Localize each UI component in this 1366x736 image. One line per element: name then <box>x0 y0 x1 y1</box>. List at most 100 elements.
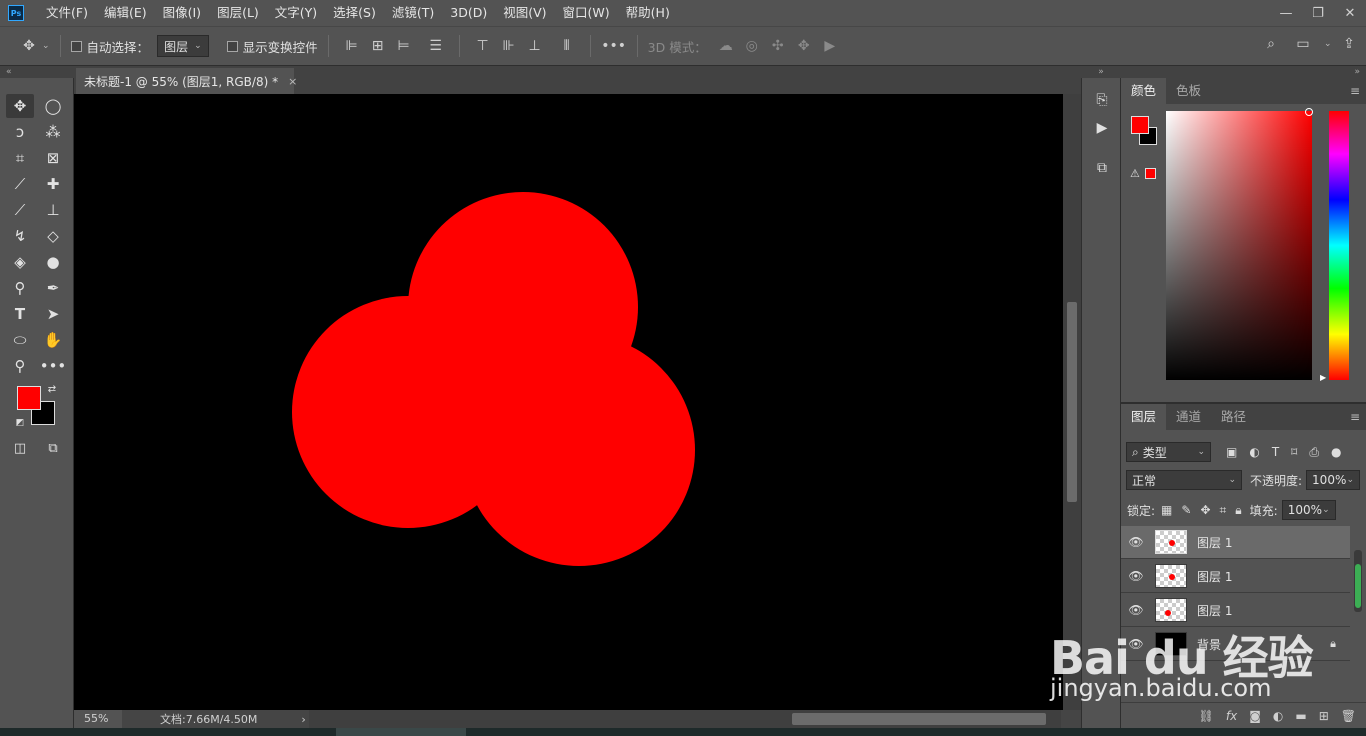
align-left-icon[interactable]: ⊫ <box>339 38 365 54</box>
magic-wand-icon[interactable]: ⁂ <box>39 120 67 144</box>
workspace-chevron-icon[interactable]: ⌄ <box>1324 39 1332 49</box>
lasso-icon[interactable]: ↄ <box>6 120 34 144</box>
hand-icon[interactable]: ✋ <box>39 328 67 352</box>
pen-icon[interactable]: ✒ <box>39 276 67 300</box>
vertical-scroll-thumb[interactable] <box>1067 302 1077 502</box>
crop-icon[interactable]: ⌗ <box>6 146 34 170</box>
align-center-h-icon[interactable]: ⊞ <box>365 38 391 54</box>
filter-toggle-icon[interactable]: ● <box>1331 445 1341 459</box>
minimize-button[interactable]: — <box>1270 0 1302 26</box>
close-button[interactable]: ✕ <box>1334 0 1366 26</box>
lock-pixels-icon[interactable]: ✎ <box>1181 503 1191 517</box>
layer-name[interactable]: 图层 1 <box>1197 602 1232 619</box>
gamut-color-chip[interactable] <box>1145 168 1156 179</box>
tab-paths[interactable]: 路径 <box>1211 404 1256 430</box>
actions-panel-icon[interactable]: ▶ <box>1092 118 1112 138</box>
align-top-icon[interactable]: ⊤ <box>470 38 496 54</box>
move-tool-icon[interactable]: ✥ <box>6 94 34 118</box>
layer-row[interactable]: 👁︎ 图层 1 <box>1121 560 1350 593</box>
canvas-horizontal-scrollbar[interactable] <box>309 710 1061 728</box>
path-selection-icon[interactable]: ➤ <box>39 302 67 326</box>
mini-dock-collapse-button[interactable]: » <box>1081 66 1121 78</box>
tab-channels[interactable]: 通道 <box>1166 404 1211 430</box>
brush-icon[interactable]: ⟋ <box>6 198 34 222</box>
preset-chevron-icon[interactable]: ⌄ <box>42 41 50 51</box>
history-brush-icon[interactable]: ↯ <box>6 224 34 248</box>
fill-field[interactable]: 100% ⌄ <box>1281 500 1336 520</box>
frame-icon[interactable]: ⊠ <box>39 146 67 170</box>
menu-help[interactable]: 帮助(H) <box>618 0 678 26</box>
auto-select-checkbox[interactable] <box>70 40 82 52</box>
type-tool-icon[interactable]: T <box>6 302 34 326</box>
menu-3d[interactable]: 3D(D) <box>442 0 495 26</box>
search-icon[interactable]: ⌕ <box>1258 36 1284 52</box>
menu-filter[interactable]: 滤镜(T) <box>384 0 442 26</box>
saturation-brightness-field[interactable] <box>1166 111 1312 380</box>
tab-swatches[interactable]: 色板 <box>1166 78 1211 104</box>
layer-row-background[interactable]: 👁︎ 背景 🔒︎ <box>1121 628 1350 661</box>
close-tab-icon[interactable]: × <box>288 75 297 88</box>
lock-artboard-icon[interactable]: ⌗ <box>1220 503 1227 518</box>
more-tools-icon[interactable]: ••• <box>39 354 67 378</box>
layers-scrollbar[interactable] <box>1354 550 1362 612</box>
ellipse-shape-icon[interactable]: ⬭ <box>6 328 34 352</box>
tab-color[interactable]: 颜色 <box>1121 78 1167 104</box>
status-menu-arrow[interactable]: › <box>301 713 305 726</box>
distribute-h-icon[interactable]: ☰ <box>423 38 449 54</box>
elliptical-marquee-icon[interactable]: ◯ <box>39 94 67 118</box>
link-icon[interactable]: ⛓ <box>1199 709 1214 723</box>
lock-position-icon[interactable]: ✥ <box>1200 503 1210 517</box>
horizontal-scroll-thumb[interactable] <box>792 713 1046 725</box>
menu-edit[interactable]: 编辑(E) <box>96 0 155 26</box>
hue-slider[interactable] <box>1329 111 1349 380</box>
menu-select[interactable]: 选择(S) <box>325 0 384 26</box>
menu-file[interactable]: 文件(F) <box>38 0 96 26</box>
move-tool-preset-icon[interactable]: ✥ <box>16 38 42 54</box>
eyedropper-icon[interactable]: ⟋ <box>6 172 34 196</box>
eraser-icon[interactable]: ◇ <box>39 224 67 248</box>
3d-roll-icon[interactable]: ◎ <box>739 38 765 54</box>
layer-name[interactable]: 背景 <box>1197 636 1221 653</box>
filter-type-icon[interactable]: T <box>1272 445 1279 459</box>
share-icon[interactable]: ⇪ <box>1336 36 1362 52</box>
default-colors-icon[interactable]: ◩ <box>12 415 28 431</box>
menu-type[interactable]: 文字(Y) <box>267 0 325 26</box>
taskbar-active-app[interactable] <box>336 728 466 736</box>
quick-mask-icon[interactable]: ◫ <box>6 436 34 460</box>
zoom-level-field[interactable]: 55% <box>74 710 122 728</box>
auto-select-target-dropdown[interactable]: 图层 ⌄ <box>157 35 209 57</box>
layer-name[interactable]: 图层 1 <box>1197 568 1232 585</box>
paint-bucket-icon[interactable]: ◈ <box>6 250 34 274</box>
show-transform-checkbox[interactable] <box>226 40 238 52</box>
visibility-eye-icon[interactable]: 👁︎ <box>1121 603 1151 617</box>
dodge-icon[interactable]: ⚲ <box>6 276 34 300</box>
color-panel-menu-icon[interactable]: ≡ <box>1350 84 1360 98</box>
3d-scale-icon[interactable]: ▶ <box>817 38 843 54</box>
visibility-eye-icon[interactable]: 👁︎ <box>1121 569 1151 583</box>
canvas-vertical-scrollbar[interactable] <box>1063 94 1081 710</box>
right-dock-collapse-button[interactable]: » <box>1121 66 1366 78</box>
swap-colors-icon[interactable]: ⇄ <box>44 381 60 397</box>
3d-pan-icon[interactable]: ✣ <box>765 38 791 54</box>
menu-window[interactable]: 窗口(W) <box>555 0 618 26</box>
lock-transparent-icon[interactable]: ▦ <box>1161 503 1172 517</box>
blend-mode-dropdown[interactable]: 正常 ⌄ <box>1126 470 1242 490</box>
filter-adjustment-icon[interactable]: ◐ <box>1249 445 1259 459</box>
new-layer-icon[interactable]: ⊞ <box>1319 709 1329 723</box>
filter-smart-object-icon[interactable]: ⎙ <box>1309 445 1319 460</box>
3d-panel-icon[interactable]: ⧉ <box>1092 158 1112 178</box>
filter-pixel-icon[interactable]: ▣ <box>1226 445 1237 459</box>
filter-shape-icon[interactable]: ⌑ <box>1291 445 1297 459</box>
document-tab[interactable]: 未标题-1 @ 55% (图层1, RGB/8) * × <box>76 68 297 94</box>
folder-icon[interactable]: ▬ <box>1295 709 1306 723</box>
layer-filter-dropdown[interactable]: ⌕ 类型 ⌄ <box>1126 442 1211 462</box>
foreground-color-swatch[interactable] <box>17 386 41 410</box>
healing-brush-icon[interactable]: ✚ <box>39 172 67 196</box>
workspace-icon[interactable]: ▭ <box>1290 36 1316 52</box>
3d-orbit-icon[interactable]: ☁ <box>713 38 739 54</box>
opacity-field[interactable]: 100% ⌄ <box>1306 470 1361 490</box>
restore-button[interactable]: ❐ <box>1302 0 1334 26</box>
show-transform-option[interactable]: 显示变换控件 <box>226 37 318 56</box>
layers-scroll-thumb[interactable] <box>1355 564 1361 608</box>
distribute-v-icon[interactable]: ⦀ <box>554 38 580 54</box>
